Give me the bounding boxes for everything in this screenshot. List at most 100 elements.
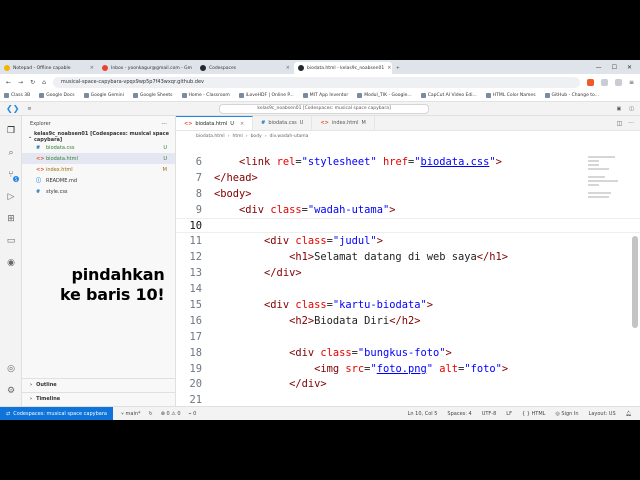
- back-icon[interactable]: ←: [6, 79, 11, 86]
- editor-tab-biodata-html[interactable]: <> biodata.html U ×: [176, 116, 254, 130]
- code-line[interactable]: 9 <div class="wadah-utama">: [176, 202, 640, 218]
- bookmarks-bar: Class 3B Google Docs Google Gemini Googl…: [0, 90, 640, 102]
- line-ending[interactable]: LF: [506, 411, 512, 417]
- code-line[interactable]: 19 <img src="foto.png" alt="foto">: [176, 361, 640, 377]
- more-actions-icon[interactable]: ···: [628, 120, 634, 127]
- code-line[interactable]: 15 <div class="kartu-biodata">: [176, 297, 640, 313]
- breadcrumb-item[interactable]: div.wadah-utama: [270, 134, 309, 139]
- browser-tab[interactable]: Codespaces ×: [196, 62, 294, 74]
- workspace-root-folder[interactable]: ⌄ kelas9c_noabsen01 [Codespaces: musical…: [22, 131, 175, 143]
- bookmark[interactable]: Google Docs: [39, 93, 75, 98]
- bookmark[interactable]: HTML Color Names: [485, 93, 536, 98]
- bookmark-icon: [181, 93, 187, 98]
- extension-icon[interactable]: [600, 78, 608, 86]
- bookmark[interactable]: Google Sheets: [132, 93, 173, 98]
- bookmark[interactable]: GitHub - Change to...: [544, 93, 599, 98]
- gear-icon[interactable]: ⚙: [4, 384, 18, 398]
- close-icon[interactable]: ×: [240, 121, 244, 127]
- breadcrumb-item[interactable]: html: [233, 134, 243, 139]
- code-text: <div class="kartu-biodata">: [264, 298, 433, 311]
- ports-indicator[interactable]: ⌁ 0: [189, 411, 197, 417]
- breadcrumb: biodata.html › html › body › div.wadah-utam…: [176, 131, 640, 141]
- timeline-section[interactable]: › Timeline: [22, 392, 176, 405]
- split-icon[interactable]: ◫: [629, 106, 634, 112]
- hamburger-menu-icon[interactable]: ≡: [27, 106, 31, 112]
- close-icon[interactable]: ×: [286, 65, 290, 71]
- outline-section[interactable]: › Outline: [22, 378, 176, 391]
- file-item-style-css[interactable]: # style.css: [22, 186, 175, 197]
- remote-explorer-icon[interactable]: ▭: [4, 234, 18, 248]
- run-debug-icon[interactable]: ▷: [4, 190, 18, 204]
- new-tab-button[interactable]: +: [392, 62, 406, 74]
- browser-tab[interactable]: Notepad - Offline capable ×: [0, 62, 98, 74]
- cursor-position[interactable]: Ln 10, Col 5: [408, 411, 438, 417]
- close-icon[interactable]: ×: [387, 65, 391, 71]
- url-field[interactable]: musical-space-capybara-vpqx9wp5p7f43wxqr…: [52, 76, 580, 88]
- account-icon[interactable]: ◎: [4, 362, 18, 376]
- code-area[interactable]: 6 <link rel="stylesheet" href="biodata.c…: [176, 154, 640, 408]
- menu-icon[interactable]: ≡: [629, 79, 634, 86]
- reload-icon[interactable]: ↻: [30, 79, 35, 86]
- home-icon[interactable]: ⌂: [42, 79, 46, 86]
- bookmark[interactable]: CapCut AI Video Edi...: [420, 93, 477, 98]
- code-line[interactable]: 11 <div class="judul">: [176, 233, 640, 249]
- code-line[interactable]: 16 <h2>Biodata Diri</h2>: [176, 313, 640, 329]
- code-line[interactable]: 10: [176, 217, 640, 234]
- browser-tab[interactable]: Inbox - yoonkagur@gmail.com - Gm×: [98, 62, 196, 74]
- explorer-icon[interactable]: ❐: [4, 124, 18, 138]
- code-line[interactable]: 6 <link rel="stylesheet" href="biodata.c…: [176, 154, 640, 170]
- github-icon[interactable]: ◉: [4, 256, 18, 270]
- breadcrumb-item[interactable]: biodata.html: [196, 134, 225, 139]
- close-window-icon[interactable]: ✕: [627, 64, 632, 71]
- editor-tab-index-html[interactable]: <> index.html M: [312, 116, 375, 130]
- bookmark[interactable]: Modul_TIK - Google...: [357, 93, 412, 98]
- keyboard-layout[interactable]: Layout: US: [589, 411, 616, 417]
- code-line[interactable]: 14: [176, 281, 640, 297]
- extension-icon[interactable]: [614, 78, 622, 86]
- more-actions-icon[interactable]: ···: [161, 121, 167, 128]
- browser-tab-active[interactable]: biodata.html - kelas9c_noabsen01 ×: [294, 62, 392, 74]
- minimize-icon[interactable]: —: [596, 64, 602, 71]
- command-center[interactable]: kelas9c_noabsen01 [Codespaces: musical s…: [219, 103, 430, 114]
- layout-icon[interactable]: ▣: [617, 106, 622, 112]
- file-item-biodata-css[interactable]: # biodata.css U: [22, 142, 175, 153]
- code-line[interactable]: 18 <div class="bungkus-foto">: [176, 345, 640, 361]
- bell-icon[interactable]: 🔔︎: [626, 411, 632, 417]
- css-file-icon: #: [261, 120, 266, 126]
- breadcrumb-item[interactable]: body: [251, 134, 262, 139]
- bookmark[interactable]: Google Gemini: [83, 93, 124, 98]
- close-icon[interactable]: ×: [90, 65, 94, 71]
- file-item-index-html[interactable]: <> index.html M: [22, 164, 175, 175]
- brave-shield-icon[interactable]: [586, 78, 594, 86]
- source-control-icon[interactable]: ⑂ 5: [4, 168, 19, 182]
- code-line[interactable]: 8 <body>: [176, 186, 640, 202]
- code-line[interactable]: 20 </div>: [176, 376, 640, 392]
- branch-indicator[interactable]: ⑂ main*: [121, 411, 141, 417]
- search-icon[interactable]: ⌕: [4, 146, 18, 160]
- code-line[interactable]: 13 </div>: [176, 265, 640, 281]
- minimap[interactable]: [588, 154, 626, 214]
- code-line[interactable]: 12 <h1>Selamat datang di web saya</h1>: [176, 249, 640, 265]
- problems-indicator[interactable]: ⊗ 0 ⚠ 0: [161, 411, 181, 417]
- editor-tab-biodata-css[interactable]: # biodata.css U: [253, 116, 313, 130]
- split-editor-icon[interactable]: ◫: [617, 120, 623, 127]
- code-line[interactable]: 7 </head>: [176, 170, 640, 186]
- bookmark[interactable]: Class 3B: [4, 93, 30, 98]
- remote-indicator[interactable]: ⇄ Codespaces: musical space capybara: [0, 406, 113, 420]
- indentation[interactable]: Spaces: 4: [447, 411, 471, 417]
- bookmark[interactable]: iLoveHDF | Online P...: [238, 93, 294, 98]
- sign-in[interactable]: ◎ Sign In: [555, 411, 578, 417]
- maximize-icon[interactable]: ☐: [612, 64, 617, 71]
- language-mode[interactable]: { } HTML: [522, 411, 545, 417]
- file-item-biodata-html[interactable]: <> biodata.html U: [22, 153, 175, 164]
- bookmark[interactable]: Home - Classroom: [181, 93, 230, 98]
- file-item-readme[interactable]: ⓘ README.md: [22, 175, 175, 186]
- forward-icon[interactable]: →: [18, 79, 23, 86]
- extensions-icon[interactable]: ⊞: [4, 212, 18, 226]
- css-file-icon: #: [36, 188, 41, 195]
- bookmark[interactable]: MIT App Inventor: [302, 93, 348, 98]
- code-line[interactable]: 17: [176, 329, 640, 345]
- encoding[interactable]: UTF-8: [482, 411, 497, 417]
- sync-icon[interactable]: ↻: [149, 411, 153, 417]
- vertical-scrollbar[interactable]: [632, 236, 638, 328]
